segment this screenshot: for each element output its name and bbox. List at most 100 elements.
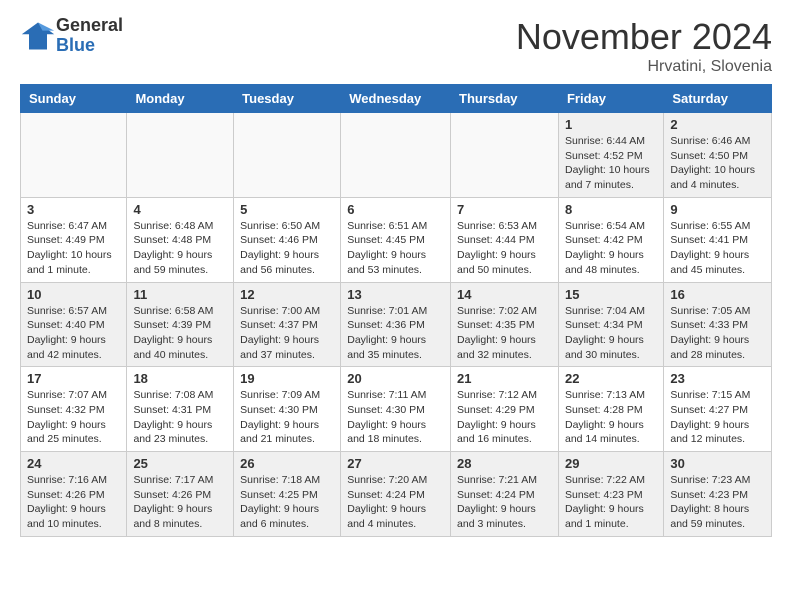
logo: General Blue <box>20 16 123 56</box>
day-number: 6 <box>347 202 444 217</box>
calendar-day-cell <box>21 113 127 198</box>
day-number: 27 <box>347 456 444 471</box>
logo-icon <box>20 18 56 54</box>
calendar-day-cell: 18Sunrise: 7:08 AMSunset: 4:31 PMDayligh… <box>127 367 234 452</box>
day-info: Sunrise: 6:58 AMSunset: 4:39 PMDaylight:… <box>133 304 227 363</box>
calendar-week-row: 24 Sunrise: 7:16 AMSunset: 4:26 PMDayligh… <box>21 452 772 537</box>
day-info: Sunrise: 6:48 AMSunset: 4:48 PMDaylight:… <box>133 219 227 278</box>
day-number: 23 <box>670 371 765 386</box>
day-number: 12 <box>240 287 334 302</box>
calendar-day-cell <box>451 113 559 198</box>
calendar-day-cell: 12 Sunrise: 7:00 AMSunset: 4:37 PMDayligh… <box>234 282 341 367</box>
calendar-day-cell: 7 Sunrise: 6:53 AMSunset: 4:44 PMDaylight… <box>451 197 559 282</box>
calendar-week-row: 3 Sunrise: 6:47 AMSunset: 4:49 PMDaylight… <box>21 197 772 282</box>
calendar-day-cell: 29Sunrise: 7:22 AMSunset: 4:23 PMDayligh… <box>558 452 663 537</box>
day-info: Sunrise: 7:23 AMSunset: 4:23 PMDaylight:… <box>670 473 765 532</box>
calendar-day-cell: 10 Sunrise: 6:57 AMSunset: 4:40 PMDayligh… <box>21 282 127 367</box>
day-info: Sunrise: 7:21 AMSunset: 4:24 PMDaylight:… <box>457 473 552 532</box>
day-number: 29 <box>565 456 657 471</box>
day-number: 8 <box>565 202 657 217</box>
calendar-table: SundayMondayTuesdayWednesdayThursdayFrid… <box>20 84 772 537</box>
day-info: Sunrise: 6:46 AMSunset: 4:50 PMDaylight:… <box>670 134 765 193</box>
day-info: Sunrise: 7:05 AMSunset: 4:33 PMDaylight:… <box>670 304 765 363</box>
calendar-wrapper: SundayMondayTuesdayWednesdayThursdayFrid… <box>0 84 792 547</box>
calendar-week-row: 1 Sunrise: 6:44 AMSunset: 4:52 PMDaylight… <box>21 113 772 198</box>
calendar-day-cell: 4 Sunrise: 6:48 AMSunset: 4:48 PMDaylight… <box>127 197 234 282</box>
day-info: Sunrise: 6:50 AMSunset: 4:46 PMDaylight:… <box>240 219 334 278</box>
day-info: Sunrise: 6:47 AMSunset: 4:49 PMDaylight:… <box>27 219 120 278</box>
logo-text: General Blue <box>56 16 123 56</box>
weekday-header-saturday: Saturday <box>664 85 772 113</box>
calendar-day-cell <box>341 113 451 198</box>
calendar-header-row: SundayMondayTuesdayWednesdayThursdayFrid… <box>21 85 772 113</box>
day-info: Sunrise: 6:54 AMSunset: 4:42 PMDaylight:… <box>565 219 657 278</box>
day-info: Sunrise: 7:16 AMSunset: 4:26 PMDaylight:… <box>27 473 120 532</box>
weekday-header-friday: Friday <box>558 85 663 113</box>
day-info: Sunrise: 7:09 AMSunset: 4:30 PMDaylight:… <box>240 388 334 447</box>
calendar-day-cell: 8 Sunrise: 6:54 AMSunset: 4:42 PMDaylight… <box>558 197 663 282</box>
calendar-day-cell: 23 Sunrise: 7:15 AMSunset: 4:27 PMDayligh… <box>664 367 772 452</box>
calendar-day-cell: 13 Sunrise: 7:01 AMSunset: 4:36 PMDayligh… <box>341 282 451 367</box>
day-info: Sunrise: 6:53 AMSunset: 4:44 PMDaylight:… <box>457 219 552 278</box>
calendar-day-cell: 5 Sunrise: 6:50 AMSunset: 4:46 PMDaylight… <box>234 197 341 282</box>
calendar-day-cell: 22Sunrise: 7:13 AMSunset: 4:28 PMDayligh… <box>558 367 663 452</box>
logo-general: General <box>56 16 123 36</box>
day-number: 3 <box>27 202 120 217</box>
calendar-day-cell: 26 Sunrise: 7:18 AMSunset: 4:25 PMDayligh… <box>234 452 341 537</box>
calendar-day-cell: 20Sunrise: 7:11 AMSunset: 4:30 PMDayligh… <box>341 367 451 452</box>
day-number: 4 <box>133 202 227 217</box>
calendar-day-cell: 27 Sunrise: 7:20 AMSunset: 4:24 PMDayligh… <box>341 452 451 537</box>
day-number: 1 <box>565 117 657 132</box>
weekday-header-wednesday: Wednesday <box>341 85 451 113</box>
day-info: Sunrise: 7:18 AMSunset: 4:25 PMDaylight:… <box>240 473 334 532</box>
calendar-day-cell: 19 Sunrise: 7:09 AMSunset: 4:30 PMDayligh… <box>234 367 341 452</box>
day-number: 28 <box>457 456 552 471</box>
day-info: Sunrise: 7:15 AMSunset: 4:27 PMDaylight:… <box>670 388 765 447</box>
month-title: November 2024 <box>516 16 772 58</box>
day-info: Sunrise: 7:13 AMSunset: 4:28 PMDaylight:… <box>565 388 657 447</box>
day-number: 21 <box>457 371 552 386</box>
day-number: 16 <box>670 287 765 302</box>
day-info: Sunrise: 7:20 AMSunset: 4:24 PMDaylight:… <box>347 473 444 532</box>
day-info: Sunrise: 6:44 AMSunset: 4:52 PMDaylight:… <box>565 134 657 193</box>
day-info: Sunrise: 6:51 AMSunset: 4:45 PMDaylight:… <box>347 219 444 278</box>
day-info: Sunrise: 7:02 AMSunset: 4:35 PMDaylight:… <box>457 304 552 363</box>
day-info: Sunrise: 7:04 AMSunset: 4:34 PMDaylight:… <box>565 304 657 363</box>
day-number: 14 <box>457 287 552 302</box>
day-info: Sunrise: 6:55 AMSunset: 4:41 PMDaylight:… <box>670 219 765 278</box>
calendar-day-cell <box>234 113 341 198</box>
page-header: General Blue November 2024 Hrvatini, Slo… <box>0 0 792 84</box>
day-number: 15 <box>565 287 657 302</box>
weekday-header-monday: Monday <box>127 85 234 113</box>
calendar-day-cell: 11 Sunrise: 6:58 AMSunset: 4:39 PMDayligh… <box>127 282 234 367</box>
day-number: 17 <box>27 371 120 386</box>
calendar-day-cell: 6 Sunrise: 6:51 AMSunset: 4:45 PMDaylight… <box>341 197 451 282</box>
calendar-day-cell: 24 Sunrise: 7:16 AMSunset: 4:26 PMDayligh… <box>21 452 127 537</box>
calendar-day-cell: 3 Sunrise: 6:47 AMSunset: 4:49 PMDaylight… <box>21 197 127 282</box>
day-number: 26 <box>240 456 334 471</box>
day-number: 5 <box>240 202 334 217</box>
day-number: 7 <box>457 202 552 217</box>
day-info: Sunrise: 7:01 AMSunset: 4:36 PMDaylight:… <box>347 304 444 363</box>
day-number: 30 <box>670 456 765 471</box>
day-number: 11 <box>133 287 227 302</box>
day-info: Sunrise: 7:07 AMSunset: 4:32 PMDaylight:… <box>27 388 120 447</box>
day-number: 24 <box>27 456 120 471</box>
day-info: Sunrise: 6:57 AMSunset: 4:40 PMDaylight:… <box>27 304 120 363</box>
calendar-day-cell: 9Sunrise: 6:55 AMSunset: 4:41 PMDaylight… <box>664 197 772 282</box>
day-number: 13 <box>347 287 444 302</box>
day-info: Sunrise: 7:12 AMSunset: 4:29 PMDaylight:… <box>457 388 552 447</box>
calendar-day-cell: 25Sunrise: 7:17 AMSunset: 4:26 PMDayligh… <box>127 452 234 537</box>
calendar-day-cell: 28 Sunrise: 7:21 AMSunset: 4:24 PMDayligh… <box>451 452 559 537</box>
calendar-day-cell: 16 Sunrise: 7:05 AMSunset: 4:33 PMDayligh… <box>664 282 772 367</box>
calendar-day-cell: 30 Sunrise: 7:23 AMSunset: 4:23 PMDayligh… <box>664 452 772 537</box>
day-info: Sunrise: 7:00 AMSunset: 4:37 PMDaylight:… <box>240 304 334 363</box>
calendar-week-row: 17 Sunrise: 7:07 AMSunset: 4:32 PMDayligh… <box>21 367 772 452</box>
day-number: 19 <box>240 371 334 386</box>
location: Hrvatini, Slovenia <box>516 58 772 76</box>
title-area: November 2024 Hrvatini, Slovenia <box>516 16 772 76</box>
calendar-day-cell: 21 Sunrise: 7:12 AMSunset: 4:29 PMDayligh… <box>451 367 559 452</box>
day-number: 18 <box>133 371 227 386</box>
day-number: 10 <box>27 287 120 302</box>
calendar-day-cell: 15 Sunrise: 7:04 AMSunset: 4:34 PMDayligh… <box>558 282 663 367</box>
